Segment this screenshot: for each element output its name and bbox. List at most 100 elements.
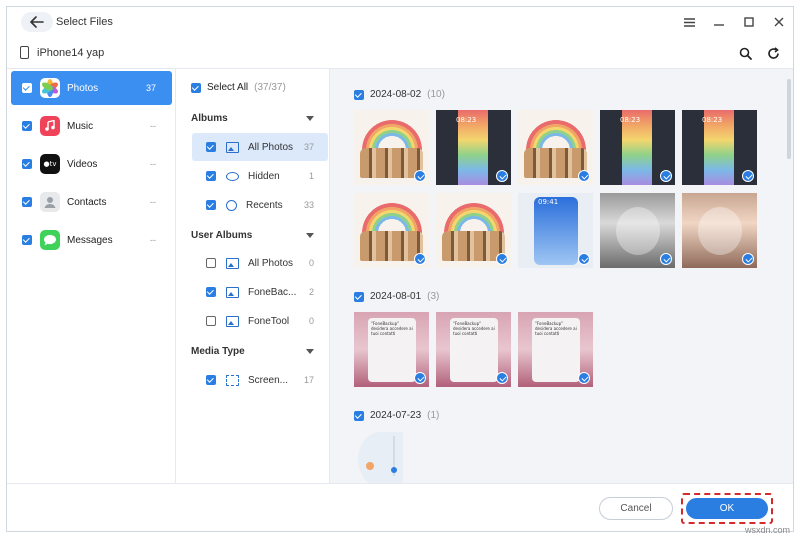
photo-thumbnail-partial[interactable] [358, 432, 403, 483]
category-label: Photos [67, 82, 99, 94]
photo-thumbnail[interactable]: 08:23 [436, 110, 511, 185]
thumbnail-time: 09:41 [538, 198, 559, 206]
album-checkbox[interactable] [206, 200, 216, 210]
selected-check-icon [414, 253, 426, 265]
date-group-count: (10) [427, 89, 445, 100]
category-photos[interactable]: Photos 37 [11, 71, 172, 105]
user-album-label: All Photos [248, 257, 294, 269]
photo-thumbnail[interactable] [436, 193, 511, 268]
select-files-window: Select Files iPhone14 yap Photos 37 Musi… [6, 6, 794, 532]
search-icon [739, 47, 752, 60]
photo-thumbnail[interactable] [518, 110, 593, 185]
select-all[interactable]: Select All (37/37) [191, 82, 286, 93]
album-count: 37 [303, 142, 314, 152]
contacts-icon [40, 192, 60, 212]
selected-check-icon [578, 372, 590, 384]
select-all-count: (37/37) [254, 82, 286, 93]
user-albums-header: User Albums [191, 230, 253, 241]
maximize-button[interactable] [739, 13, 759, 31]
selected-check-icon [414, 372, 426, 384]
album-hidden[interactable]: Hidden 1 [192, 162, 328, 190]
photo-thumbnail[interactable] [354, 110, 429, 185]
minimize-button[interactable] [709, 13, 729, 31]
photo-thumbnail[interactable] [600, 193, 675, 268]
user-album-count: 0 [308, 258, 314, 268]
media-type-screenshots[interactable]: Screen... 17 [192, 366, 328, 394]
photo-thumbnail[interactable]: "FoneBackup" desidera accedere ai tuoi c… [518, 312, 593, 387]
photo-thumbnail[interactable]: 09:41 [518, 193, 593, 268]
album-checkbox[interactable] [206, 171, 216, 181]
photos-checkbox[interactable] [22, 83, 32, 93]
photos-icon [40, 78, 60, 98]
album-label: All Photos [248, 141, 294, 153]
videos-checkbox[interactable] [22, 159, 32, 169]
category-label: Music [67, 120, 94, 132]
photo-thumbnail[interactable]: 08:23 [600, 110, 675, 185]
ok-button[interactable]: OK [686, 498, 768, 519]
selected-check-icon [414, 170, 426, 182]
maximize-icon [744, 17, 754, 27]
user-album-count: 0 [308, 316, 314, 326]
selected-check-icon [578, 253, 590, 265]
select-all-checkbox[interactable] [191, 82, 201, 93]
album-checkbox[interactable] [206, 142, 216, 152]
date-group-date: 2024-07-23 [370, 410, 422, 421]
media-type-collapse-caret[interactable] [306, 349, 314, 354]
title-bar: Select Files [7, 7, 793, 37]
category-messages[interactable]: Messages -- [11, 223, 172, 257]
category-label: Contacts [67, 196, 107, 208]
user-album-fonetool[interactable]: FoneTool 0 [192, 307, 328, 335]
grid-scrollbar[interactable] [787, 79, 791, 159]
category-count: -- [150, 121, 156, 131]
category-contacts[interactable]: Contacts -- [11, 185, 172, 219]
album-label: Recents [246, 199, 283, 211]
photo-thumbnail[interactable]: "FoneBackup" desidera accedere ai tuoi c… [354, 312, 429, 387]
cancel-button[interactable]: Cancel [599, 497, 673, 520]
date-group-header[interactable]: 2024-07-23 (1) [354, 410, 439, 421]
clock-icon [226, 199, 237, 211]
photo-thumbnail[interactable] [682, 193, 757, 268]
photo-thumbnail[interactable]: "FoneBackup" desidera accedere ai tuoi c… [436, 312, 511, 387]
user-album-all-photos[interactable]: All Photos 0 [192, 249, 328, 277]
refresh-button[interactable] [765, 45, 781, 61]
close-button[interactable] [769, 13, 789, 31]
music-checkbox[interactable] [22, 121, 32, 131]
albums-collapse-caret[interactable] [306, 116, 314, 121]
album-recents[interactable]: Recents 33 [192, 191, 328, 219]
user-album-checkbox[interactable] [206, 287, 216, 297]
category-videos[interactable]: ●tv Videos -- [11, 147, 172, 181]
album-label: Hidden [248, 170, 280, 182]
user-album-fonebackup[interactable]: FoneBac... 2 [192, 278, 328, 306]
media-type-checkbox[interactable] [206, 375, 216, 385]
album-count: 1 [308, 171, 314, 181]
date-group-date: 2024-08-02 [370, 89, 422, 100]
selected-check-icon [578, 170, 590, 182]
date-group-checkbox[interactable] [354, 291, 364, 302]
category-label: Messages [67, 234, 113, 246]
album-all-photos[interactable]: All Photos 37 [192, 133, 328, 161]
selected-check-icon [742, 253, 754, 265]
user-albums-collapse-caret[interactable] [306, 233, 314, 238]
search-button[interactable] [737, 45, 753, 61]
messages-checkbox[interactable] [22, 235, 32, 245]
date-group-header[interactable]: 2024-08-02 (10) [354, 89, 445, 100]
menu-button[interactable] [679, 13, 699, 31]
photo-thumbnail[interactable]: 08:23 [682, 110, 757, 185]
media-type-header: Media Type [191, 346, 245, 357]
date-group-header[interactable]: 2024-08-01 (3) [354, 291, 439, 302]
date-group-date: 2024-08-01 [370, 291, 422, 302]
category-music[interactable]: Music -- [11, 109, 172, 143]
ok-button-highlight: OK [681, 493, 773, 524]
back-button[interactable] [21, 12, 53, 32]
messages-icon [40, 230, 60, 250]
thumbnail-time: 08:23 [456, 116, 477, 124]
date-group-checkbox[interactable] [354, 89, 364, 100]
selected-check-icon [660, 253, 672, 265]
date-group-checkbox[interactable] [354, 410, 364, 421]
category-count: 37 [145, 83, 156, 93]
contacts-checkbox[interactable] [22, 197, 32, 207]
user-album-checkbox[interactable] [206, 258, 216, 268]
user-album-checkbox[interactable] [206, 316, 216, 326]
photo-thumbnail[interactable] [354, 193, 429, 268]
footer-bar: Cancel OK [7, 483, 793, 531]
